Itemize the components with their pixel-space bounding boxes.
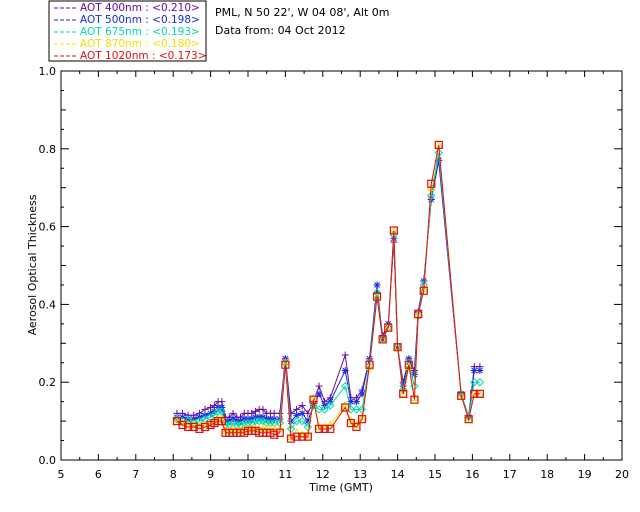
data-point bbox=[341, 367, 349, 375]
y-tick-label: 1.0 bbox=[39, 65, 57, 78]
x-tick-label: 19 bbox=[578, 468, 592, 481]
x-tick-label: 6 bbox=[95, 468, 102, 481]
x-tick-label: 9 bbox=[207, 468, 214, 481]
legend-entry: AOT 870nm : <0.180> bbox=[80, 38, 200, 50]
x-tick-label: 7 bbox=[132, 468, 139, 481]
legend: AOT 400nm : <0.210>AOT 500nm : <0.198>AO… bbox=[54, 2, 207, 62]
x-tick-label: 15 bbox=[428, 468, 442, 481]
y-tick-label: 0.6 bbox=[39, 221, 57, 234]
data-point bbox=[298, 409, 306, 417]
legend-entry: AOT 675nm : <0.193> bbox=[80, 26, 200, 38]
y-tick-label: 0.4 bbox=[39, 298, 57, 311]
x-tick-label: 8 bbox=[170, 468, 177, 481]
x-tick-label: 17 bbox=[503, 468, 517, 481]
y-tick-label: 0.0 bbox=[39, 454, 57, 467]
series-aot-675nm bbox=[172, 148, 485, 434]
series-layer bbox=[172, 140, 485, 443]
series-aot-400nm bbox=[173, 156, 484, 421]
axes: 5 6 7 8 9 10 11 12 13 14 15 16 17 18 19 20 0.0 0.2 0.4 0.6 0… bbox=[39, 65, 630, 481]
data-point bbox=[341, 351, 349, 359]
x-tick-label: 18 bbox=[540, 468, 554, 481]
data-point bbox=[476, 367, 484, 375]
x-tick-label: 14 bbox=[391, 468, 405, 481]
series-line bbox=[176, 152, 480, 431]
series-aot-500nm bbox=[173, 156, 484, 425]
series-aot-1020nm bbox=[172, 140, 484, 443]
legend-entry: AOT 400nm : <0.210> bbox=[80, 2, 200, 14]
x-axis-label: Time (GMT) bbox=[308, 481, 373, 494]
x-tick-label: 11 bbox=[278, 468, 292, 481]
plot-frame bbox=[60, 70, 623, 461]
x-tick-label: 5 bbox=[58, 468, 65, 481]
location-header: PML, N 50 22', W 04 08', Alt 0m bbox=[215, 6, 389, 19]
aot-chart: AOT 400nm : <0.210>AOT 500nm : <0.198>AO… bbox=[26, 0, 630, 494]
x-tick-label: 13 bbox=[353, 468, 367, 481]
x-tick-label: 12 bbox=[316, 468, 330, 481]
series-line bbox=[176, 144, 480, 438]
data-point bbox=[373, 281, 381, 289]
date-header: Data from: 04 Oct 2012 bbox=[215, 24, 346, 37]
data-point bbox=[298, 402, 306, 410]
x-tick-label: 20 bbox=[615, 468, 629, 481]
data-point bbox=[315, 382, 323, 390]
y-axis-label: Aerosol Optical Thickness bbox=[26, 194, 39, 335]
x-tick-label: 16 bbox=[465, 468, 479, 481]
y-tick-label: 0.8 bbox=[39, 143, 57, 156]
y-tick-label: 0.2 bbox=[39, 376, 57, 389]
x-tick-label: 10 bbox=[241, 468, 255, 481]
legend-entry: AOT 500nm : <0.198> bbox=[80, 14, 200, 26]
legend-entry: AOT 1020nm : <0.173> bbox=[80, 50, 207, 62]
data-point bbox=[352, 398, 360, 406]
series-aot-870nm bbox=[172, 140, 485, 440]
